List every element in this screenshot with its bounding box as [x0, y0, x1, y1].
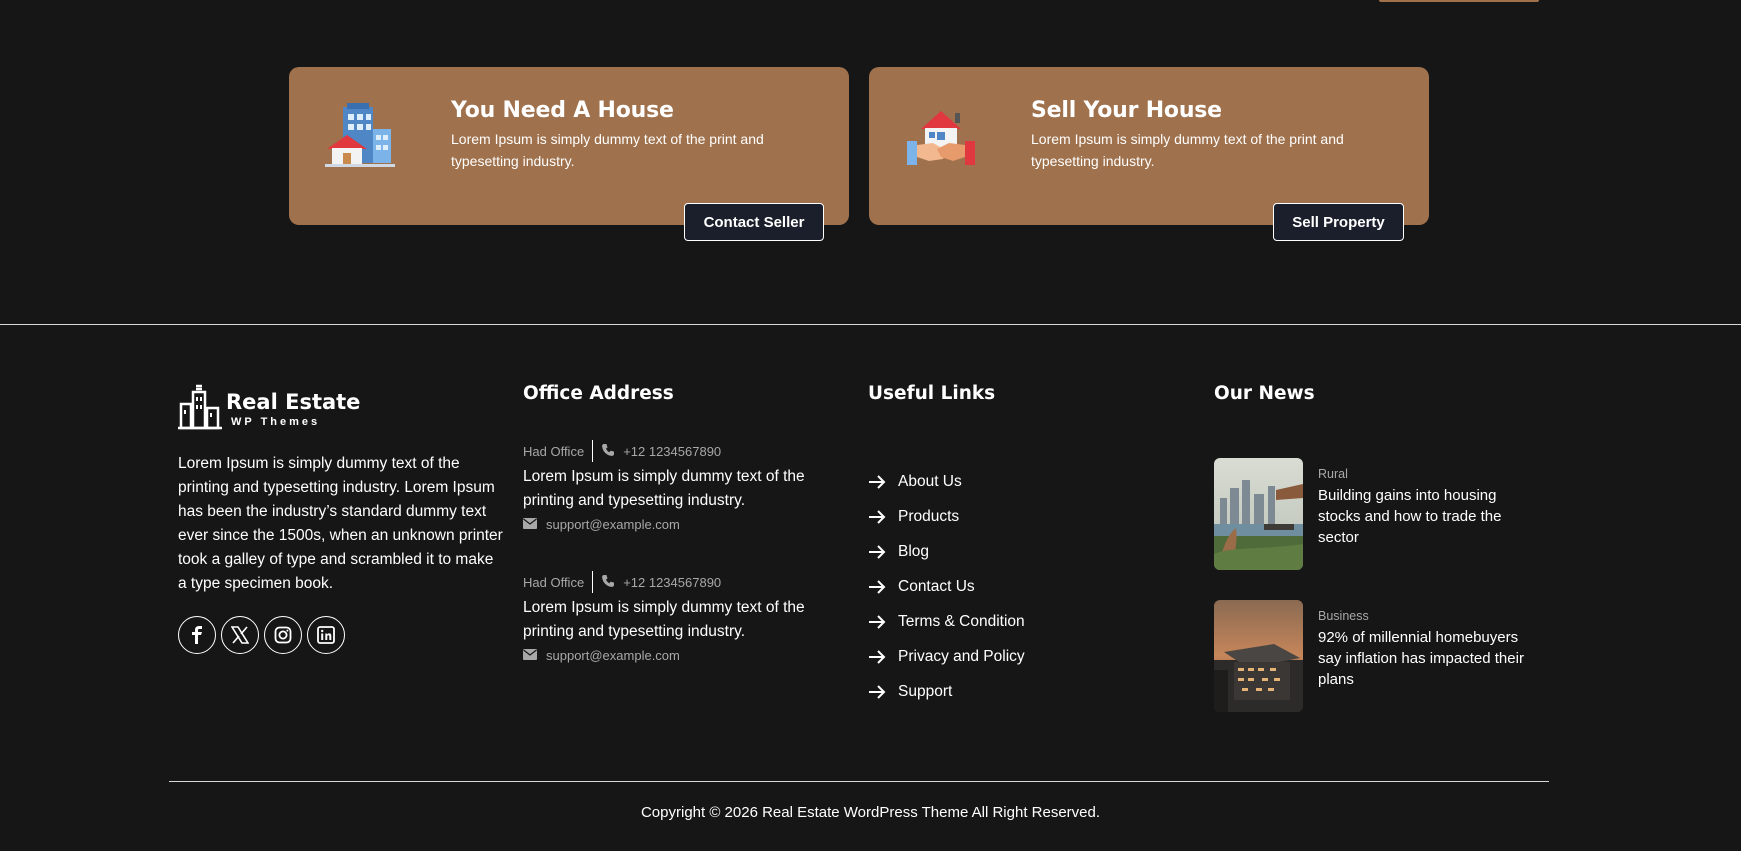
phone-icon [601, 443, 615, 460]
link-label: Contact Us [898, 577, 975, 595]
section-divider [0, 324, 1741, 325]
office-address-heading: Office Address [523, 383, 674, 404]
envelope-icon [523, 648, 537, 663]
office-phone[interactable]: +12 1234567890 [623, 575, 721, 590]
link-label: Blog [898, 542, 930, 560]
news-thumbnail[interactable] [1214, 600, 1303, 712]
news-thumbnail[interactable] [1214, 458, 1303, 570]
news-category[interactable]: Business [1318, 609, 1369, 623]
cta-card-sell: Sell Your House Lorem Ipsum is simply du… [869, 67, 1429, 241]
facebook-icon[interactable] [178, 616, 216, 654]
house-building-icon [323, 99, 399, 175]
instagram-icon[interactable] [264, 616, 302, 654]
x-icon[interactable] [221, 616, 259, 654]
link-products[interactable]: Products [868, 499, 1025, 534]
copyright-text: Copyright © 2026 Real Estate WordPress T… [640, 804, 1101, 821]
brand-tagline: WP Themes [231, 416, 321, 428]
office-email[interactable]: support@example.com [546, 517, 680, 532]
link-terms[interactable]: Terms & Condition [868, 604, 1025, 639]
link-label: Products [898, 507, 960, 525]
useful-links-heading: Useful Links [868, 383, 996, 404]
link-label: Support [898, 682, 953, 700]
link-blog[interactable]: Blog [868, 534, 1025, 569]
arrow-right-icon [869, 474, 886, 489]
link-label: Terms & Condition [898, 612, 1025, 630]
office-address-text: Lorem Ipsum is simply dummy text of the … [523, 599, 805, 640]
link-label: About Us [898, 472, 962, 490]
footer-divider [169, 781, 1549, 782]
office-label: Had Office [523, 574, 585, 590]
envelope-icon [523, 517, 537, 532]
sell-property-button[interactable]: Sell Property [1273, 203, 1404, 241]
arrow-right-icon [869, 579, 886, 594]
cta-card-buy: You Need A House Lorem Ipsum is simply d… [289, 67, 849, 241]
contact-seller-button[interactable]: Contact Seller [684, 203, 824, 241]
cta-title: You Need A House [451, 98, 674, 123]
news-headline[interactable]: 92% of millennial homebuyers say inflati… [1318, 627, 1543, 690]
office-phone[interactable]: +12 1234567890 [623, 444, 721, 459]
our-news-heading: Our News [1214, 383, 1315, 404]
social-links [178, 616, 345, 654]
cta-title: Sell Your House [1031, 98, 1222, 123]
brand-name: Real Estate [226, 390, 361, 414]
meta-separator [592, 571, 594, 593]
arrow-right-icon [869, 614, 886, 629]
useful-links-list: About Us Products Blog Contact Us Terms … [868, 464, 1025, 709]
news-category[interactable]: Rural [1318, 467, 1348, 481]
link-privacy[interactable]: Privacy and Policy [868, 639, 1025, 674]
link-contact-us[interactable]: Contact Us [868, 569, 1025, 604]
link-label: Privacy and Policy [898, 647, 1025, 665]
top-accent-strip [1379, 0, 1539, 2]
office-email[interactable]: support@example.com [546, 648, 680, 663]
arrow-right-icon [869, 509, 886, 524]
news-item: Rural Building gains into housing stocks… [1214, 458, 1544, 570]
office-entry: Had Office +12 1234567890 Lorem Ipsum is… [523, 571, 823, 663]
office-label: Had Office [523, 443, 585, 459]
cta-description: Lorem Ipsum is simply dummy text of the … [1031, 131, 1344, 169]
phone-icon [601, 574, 615, 591]
meta-separator [592, 440, 594, 462]
brand-about-text: Lorem Ipsum is simply dummy text of the … [178, 455, 503, 592]
office-address-text: Lorem Ipsum is simply dummy text of the … [523, 468, 805, 509]
arrow-right-icon [869, 684, 886, 699]
cta-description: Lorem Ipsum is simply dummy text of the … [451, 131, 764, 169]
linkedin-icon[interactable] [307, 616, 345, 654]
arrow-right-icon [869, 649, 886, 664]
office-entry: Had Office +12 1234567890 Lorem Ipsum is… [523, 440, 823, 532]
link-support[interactable]: Support [868, 674, 1025, 709]
handshake-house-icon [903, 99, 979, 175]
link-about-us[interactable]: About Us [868, 464, 1025, 499]
news-item: Business 92% of millennial homebuyers sa… [1214, 600, 1544, 712]
arrow-right-icon [869, 544, 886, 559]
news-headline[interactable]: Building gains into housing stocks and h… [1318, 485, 1543, 548]
